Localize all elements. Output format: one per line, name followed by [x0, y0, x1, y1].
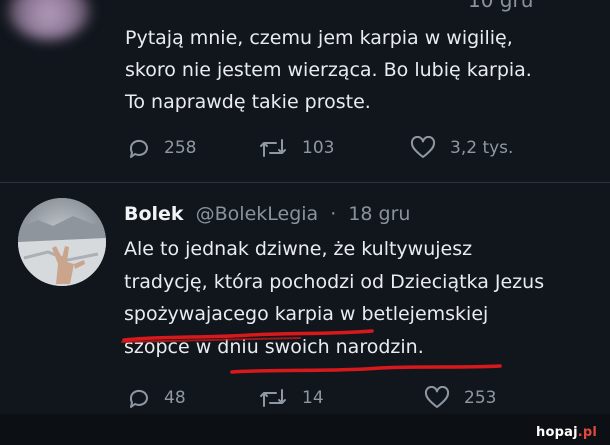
reply-button[interactable]: 48 — [126, 386, 186, 410]
like-button[interactable]: 253 — [424, 386, 496, 410]
tweet-divider — [0, 182, 610, 183]
like-count: 253 — [464, 388, 497, 408]
like-count: 3,2 tys. — [450, 138, 514, 158]
watermark-bar — [0, 414, 610, 445]
reply-actions: 48 14 253 — [0, 386, 610, 414]
tweet-line: Pytają mnie, czemu jem karpia w wigilię, — [125, 27, 513, 49]
heart-icon — [424, 386, 450, 408]
separator-dot: · — [330, 203, 337, 225]
tweet-actions: 258 103 3,2 tys. — [0, 136, 610, 164]
watermark-brand: hopaj — [536, 425, 578, 440]
display-name[interactable]: Bolek — [124, 203, 184, 225]
reply-icon — [129, 139, 148, 158]
tweet-line: tradycję, która pochodzi od Dzieciątka J… — [124, 270, 545, 293]
user-avatar[interactable] — [18, 198, 106, 286]
tweet-line: Ale to jednak dziwne, że kultywujesz — [124, 238, 473, 260]
tweet-line: spożywajacego karpia w betlejemskiej — [124, 303, 489, 325]
reply-icon — [129, 389, 148, 408]
tweet-timestamp: 10 gru — [468, 0, 534, 12]
tweet-line: To naprawdę takie proste. — [125, 91, 371, 113]
tweet-line: szopce w dniu swoich narodzin. — [124, 335, 424, 358]
retweet-count: 103 — [302, 138, 335, 158]
retweet-icon — [260, 389, 286, 407]
like-button[interactable]: 3,2 tys. — [410, 136, 513, 160]
tweet-body: Pytają mnie, czemu jem karpia w wigilię,… — [125, 22, 595, 118]
watermark-logo: hopaj.pl — [536, 425, 597, 440]
underline-dniu-swoich-narodzin — [230, 364, 502, 374]
retweet-button[interactable]: 14 — [258, 386, 324, 410]
retweet-count: 14 — [302, 388, 324, 408]
reply-count: 258 — [164, 138, 197, 158]
avatar-photo — [18, 198, 106, 286]
tweet-screenshot: 10 gru Pytają mnie, czemu jem karpia w w… — [0, 0, 610, 445]
retweet-icon — [260, 139, 286, 157]
tweet-line: skoro nie jestem wierząca. Bo lubię karp… — [125, 59, 532, 81]
heart-icon — [410, 136, 436, 158]
tweet-header: Bolek @BolekLegia · 18 gru — [124, 203, 410, 225]
blurred-avatar[interactable] — [8, 0, 90, 40]
user-handle[interactable]: @BolekLegia — [196, 203, 319, 225]
reply-body: Ale to jednak dziwne, że kultywujesz tra… — [124, 233, 610, 363]
watermark-suffix: .pl — [577, 425, 598, 440]
reply-count: 48 — [164, 388, 186, 408]
tweet-date[interactable]: 18 gru — [348, 203, 410, 225]
retweet-button[interactable]: 103 — [258, 136, 334, 160]
reply-button[interactable]: 258 — [126, 136, 196, 160]
